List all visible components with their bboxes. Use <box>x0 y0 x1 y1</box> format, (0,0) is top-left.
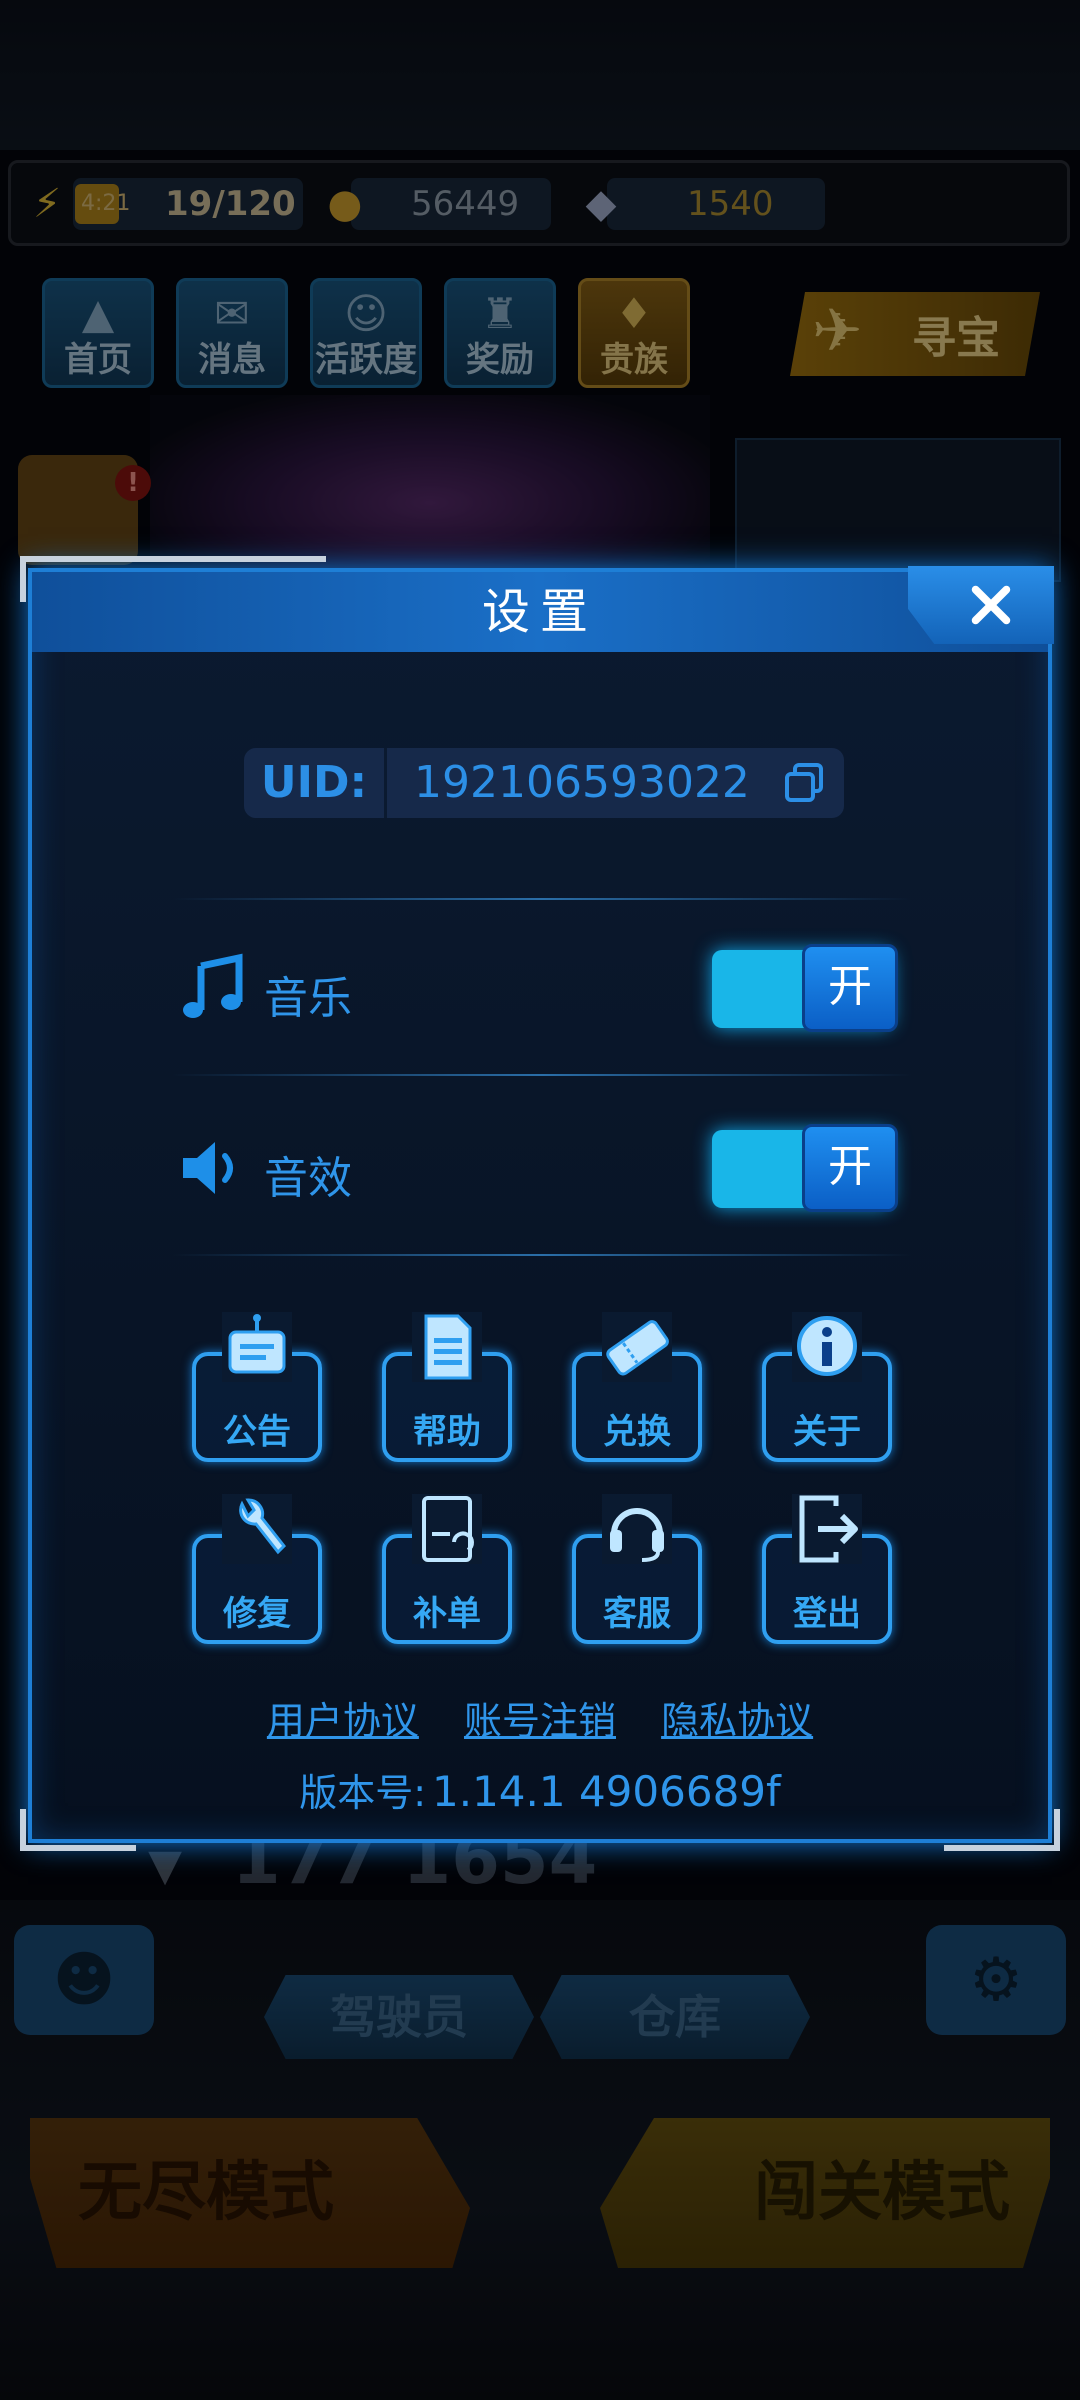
logout-button[interactable]: 登出 <box>762 1494 892 1644</box>
order-supplement-icon <box>412 1494 482 1564</box>
customer-service-button[interactable]: 客服 <box>572 1494 702 1644</box>
settings-dialog: 设置 UID: 192106593022 音乐 开 音效 开 公告 帮助 兑换 … <box>20 556 1060 1851</box>
close-icon <box>971 585 1011 625</box>
close-button[interactable] <box>908 566 1054 644</box>
music-label: 音乐 <box>264 973 352 1024</box>
sfx-label: 音效 <box>264 1153 352 1204</box>
version-label: 版本号: <box>299 1771 427 1815</box>
order-supplement-button[interactable]: 补单 <box>382 1494 512 1644</box>
info-icon <box>792 1312 862 1382</box>
about-button[interactable]: 关于 <box>762 1312 892 1462</box>
sfx-toggle-state: 开 <box>802 1124 898 1212</box>
headset-icon <box>602 1494 672 1564</box>
privacy-policy-link[interactable]: 隐私协议 <box>661 1690 813 1745</box>
footer-links: 用户协议 账号注销 隐私协议 <box>32 1690 1048 1745</box>
version-info: 版本号: 1.14.1 4906689f <box>32 1762 1048 1817</box>
account-deletion-link[interactable]: 账号注销 <box>464 1690 616 1745</box>
copy-icon[interactable] <box>782 761 826 805</box>
sfx-toggle[interactable]: 开 <box>712 1124 898 1212</box>
uid-box: UID: 192106593022 <box>244 748 844 818</box>
wrench-icon <box>222 1494 292 1564</box>
user-agreement-link[interactable]: 用户协议 <box>267 1690 419 1745</box>
ticket-icon <box>602 1312 672 1382</box>
repair-button[interactable]: 修复 <box>192 1494 322 1644</box>
divider <box>172 1254 912 1256</box>
uid-value: 192106593022 <box>414 757 750 808</box>
help-button[interactable]: 帮助 <box>382 1312 512 1462</box>
redeem-button[interactable]: 兑换 <box>572 1312 702 1462</box>
divider <box>172 1074 912 1076</box>
version-value: 1.14.1 4906689f <box>432 1767 781 1816</box>
speaker-icon <box>183 1142 233 1194</box>
divider <box>172 898 912 900</box>
help-document-icon <box>412 1312 482 1382</box>
dialog-title: 设置 <box>481 584 598 640</box>
logout-icon <box>792 1494 862 1564</box>
music-toggle-state: 开 <box>802 944 898 1032</box>
music-note-icon <box>183 953 243 1018</box>
announcement-icon <box>222 1312 292 1382</box>
uid-label: UID: <box>244 748 387 818</box>
announcement-button[interactable]: 公告 <box>192 1312 322 1462</box>
dialog-header: 设置 <box>32 572 1048 652</box>
music-toggle[interactable]: 开 <box>712 944 898 1032</box>
